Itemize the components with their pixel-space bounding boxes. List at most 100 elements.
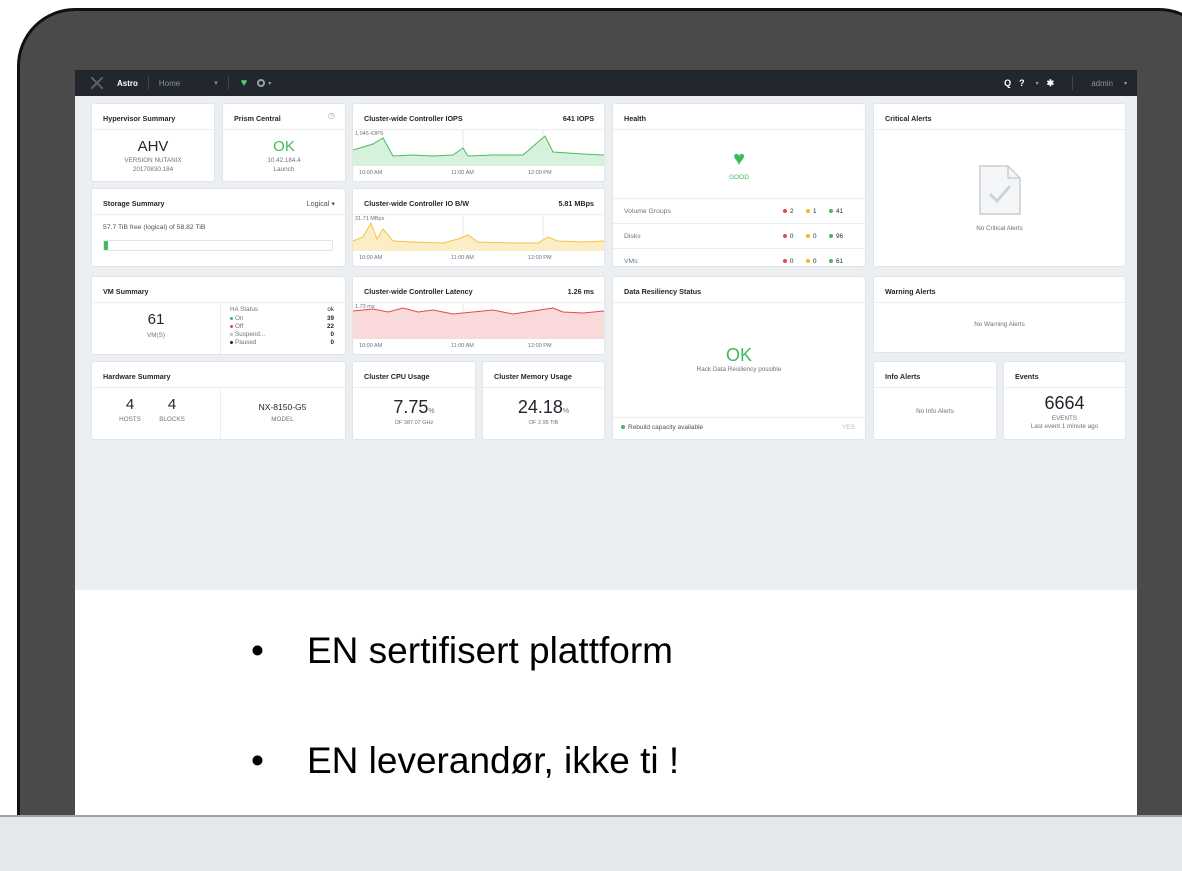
health-row-vms[interactable]: VMs 0 0 61	[613, 248, 865, 273]
x-tick-label: 11:00 AM	[451, 255, 474, 261]
critical-alerts-empty: No Critical Alerts	[976, 225, 1023, 232]
iops-value: 641 IOPS	[562, 114, 594, 123]
divider	[220, 388, 221, 439]
heart-health-icon[interactable]: ♥	[241, 77, 248, 89]
prism-central-widget[interactable]: Prism Central ◷ OK 10.42.184.4 Launch	[223, 104, 345, 181]
divider	[613, 302, 865, 303]
green-dot-icon	[829, 209, 833, 214]
nutanix-logo-icon[interactable]	[89, 75, 105, 91]
critical-count: 2	[783, 208, 794, 215]
health-row-disks[interactable]: Disks 0 0 96	[613, 223, 865, 248]
vm-state-row-paused: Paused 0	[230, 339, 334, 346]
prism-launch-link[interactable]: Launch	[223, 165, 345, 174]
hardware-model-label: MODEL	[271, 416, 294, 423]
widget-title: Events	[1015, 372, 1039, 381]
warning-alerts-empty: No Warning Alerts	[974, 321, 1025, 328]
divider	[874, 129, 1125, 130]
gear-icon[interactable]: ✱	[1047, 78, 1055, 89]
divider	[223, 129, 345, 130]
critical-count: 0	[783, 258, 794, 265]
divider	[1004, 387, 1125, 388]
prism-ip: 10.42.184.4	[267, 157, 301, 164]
warning-alerts-widget[interactable]: Warning Alerts No Warning Alerts	[874, 277, 1125, 352]
data-resiliency-widget[interactable]: Data Resiliency Status OK Rack Data Resi…	[613, 277, 865, 439]
chevron-down-icon[interactable]: ▾	[214, 79, 218, 87]
divider	[613, 417, 865, 418]
good-count: 41	[829, 208, 843, 215]
x-tick-label: 12:00 PM	[528, 343, 552, 349]
slide-bullets: • EN sertifisert plattform • EN leverandør…	[75, 590, 1137, 815]
ring-status-icon[interactable]	[257, 79, 266, 87]
hypervisor-name: AHV	[137, 138, 169, 155]
bullet-mark: •	[251, 630, 264, 671]
widget-title: Health	[624, 114, 646, 123]
divider	[147, 76, 149, 90]
help-icon[interactable]: ?	[1019, 78, 1025, 88]
last-event-text: Last event 1 minute ago	[1030, 423, 1099, 430]
divider	[353, 387, 475, 388]
widget-title: Cluster Memory Usage	[494, 372, 572, 381]
storage-usage-fill	[104, 241, 109, 250]
chevron-down-icon: ▾	[331, 199, 335, 208]
hypervisor-version-label: VERSION NUTANIX	[124, 157, 182, 164]
memory-capacity: OF 2.95 TiB	[528, 420, 559, 426]
chevron-down-icon[interactable]: ▾	[1036, 80, 1039, 87]
cluster-cpu-widget[interactable]: Cluster CPU Usage 7.75% OF 387.07 GHz	[353, 362, 475, 439]
red-dot-icon	[230, 324, 233, 328]
cluster-name[interactable]: Astro	[117, 79, 138, 88]
nav-menu-home[interactable]: Home	[159, 79, 180, 88]
critical-alerts-widget[interactable]: Critical Alerts No Critical Alerts	[874, 104, 1125, 266]
hypervisor-summary-widget[interactable]: Hypervisor Summary AHV VERSION NUTANIX 2…	[92, 104, 214, 181]
black-dot-icon	[230, 340, 233, 344]
health-row-volume-groups[interactable]: Volume Groups 2 1 41	[613, 198, 865, 223]
controller-latency-widget[interactable]: Cluster-wide Controller Latency 1.26 ms …	[353, 277, 604, 354]
x-tick-label: 10:00 AM	[359, 343, 383, 349]
block-count-label: BLOCKS	[159, 416, 185, 423]
events-count: 6664	[1044, 393, 1085, 413]
bullet-text: EN leverandør, ikke ti !	[307, 740, 680, 781]
widget-title: VM Summary	[103, 287, 149, 296]
block-count: 4	[167, 396, 177, 413]
green-dot-icon	[621, 425, 625, 430]
divider	[92, 129, 214, 130]
info-alerts-widget[interactable]: Info Alerts No Info Alerts	[874, 362, 996, 439]
health-widget[interactable]: Health ♥ GOOD Volume Groups 2 1 41 Disks…	[613, 104, 865, 266]
controller-iops-widget[interactable]: Cluster-wide Controller IOPS 641 IOPS 1,…	[353, 104, 604, 181]
widget-title: Info Alerts	[885, 372, 921, 381]
storage-mode-dropdown[interactable]: Logical ▾	[307, 199, 335, 208]
bullet-text: EN sertifisert plattform	[307, 630, 673, 671]
divider	[874, 387, 996, 388]
prism-status: OK	[273, 138, 295, 155]
events-widget[interactable]: Events 6664 EVENTS Last event 1 minute a…	[1004, 362, 1125, 439]
ha-status-row: HA Status ok	[230, 306, 334, 313]
chevron-down-icon[interactable]: ▾	[268, 80, 271, 87]
vm-summary-widget[interactable]: VM Summary 61 VM(S) HA Status ok On 39 O…	[92, 277, 345, 354]
green-dot-icon	[829, 234, 833, 239]
cpu-usage-value: 7.75%	[393, 397, 435, 417]
chevron-down-icon[interactable]: ▾	[1124, 80, 1127, 87]
iobw-area-chart	[353, 215, 604, 251]
memory-usage-value: 24.18%	[517, 397, 570, 417]
storage-usage-bar	[103, 240, 333, 251]
widget-title: Cluster-wide Controller IO B/W	[364, 199, 470, 208]
bullet-item: • EN sertifisert plattform	[251, 630, 673, 672]
clock-icon[interactable]: ◷	[328, 111, 335, 120]
amber-dot-icon	[806, 259, 810, 264]
user-menu[interactable]: admin	[1091, 79, 1113, 88]
x-tick-label: 10:00 AM	[359, 170, 383, 176]
storage-summary-widget[interactable]: Storage Summary Logical ▾ 57.7 TiB free …	[92, 189, 345, 266]
resiliency-description: Rack Data Resiliency possible	[696, 366, 782, 373]
cluster-memory-widget[interactable]: Cluster Memory Usage 24.18% OF 2.95 TiB	[483, 362, 604, 439]
red-dot-icon	[783, 234, 787, 239]
green-dot-icon	[230, 316, 233, 320]
search-icon[interactable]: Q	[1004, 78, 1011, 88]
controller-io-bandwidth-widget[interactable]: Cluster-wide Controller IO B/W 5.81 MBps…	[353, 189, 604, 266]
good-count: 96	[829, 233, 843, 240]
good-count: 61	[829, 258, 843, 265]
hardware-summary-widget[interactable]: Hardware Summary 4 HOSTS 4 BLOCKS NX-815…	[92, 362, 345, 439]
divider	[613, 129, 865, 130]
dashboard: Hypervisor Summary AHV VERSION NUTANIX 2…	[75, 96, 1137, 590]
vm-count: 61	[147, 311, 165, 328]
widget-title: Prism Central	[234, 114, 281, 123]
rebuild-capacity-row: Rebuild capacity available	[621, 424, 703, 431]
